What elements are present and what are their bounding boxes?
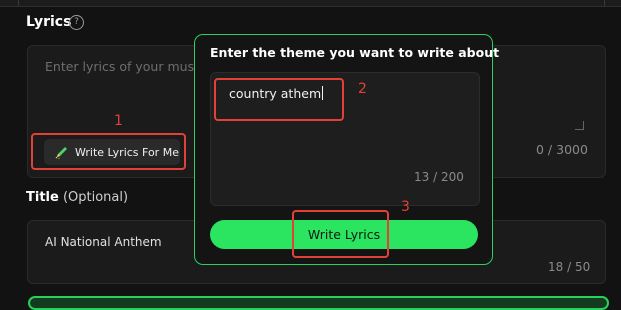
lyrics-label: Lyrics <box>26 14 72 30</box>
title-label-text: Title <box>26 190 59 205</box>
title-char-counter: 18 / 50 <box>548 260 591 274</box>
annotation-box-1 <box>31 133 186 170</box>
annotation-number-3: 3 <box>401 199 410 215</box>
lyrics-placeholder: Enter lyrics of your music <box>45 59 205 74</box>
resize-handle-icon[interactable] <box>575 121 584 130</box>
lyrics-char-counter: 0 / 3000 <box>536 142 588 157</box>
panel-edge-left <box>18 0 19 6</box>
title-label: Title (Optional) <box>26 190 128 205</box>
theme-modal-heading: Enter the theme you want to write about <box>210 45 500 60</box>
next-section-panel <box>28 296 609 310</box>
title-input-value: AI National Anthem <box>45 235 162 249</box>
panel-edge-right <box>604 0 605 6</box>
title-optional-text: (Optional) <box>62 190 129 205</box>
annotation-number-1: 1 <box>114 113 123 129</box>
annotation-number-2: 2 <box>358 81 367 97</box>
theme-char-counter: 13 / 200 <box>414 170 464 184</box>
help-icon[interactable]: ? <box>69 15 84 30</box>
annotation-box-3 <box>292 210 389 258</box>
top-panel-edge <box>0 0 621 7</box>
annotation-box-2 <box>214 78 344 121</box>
